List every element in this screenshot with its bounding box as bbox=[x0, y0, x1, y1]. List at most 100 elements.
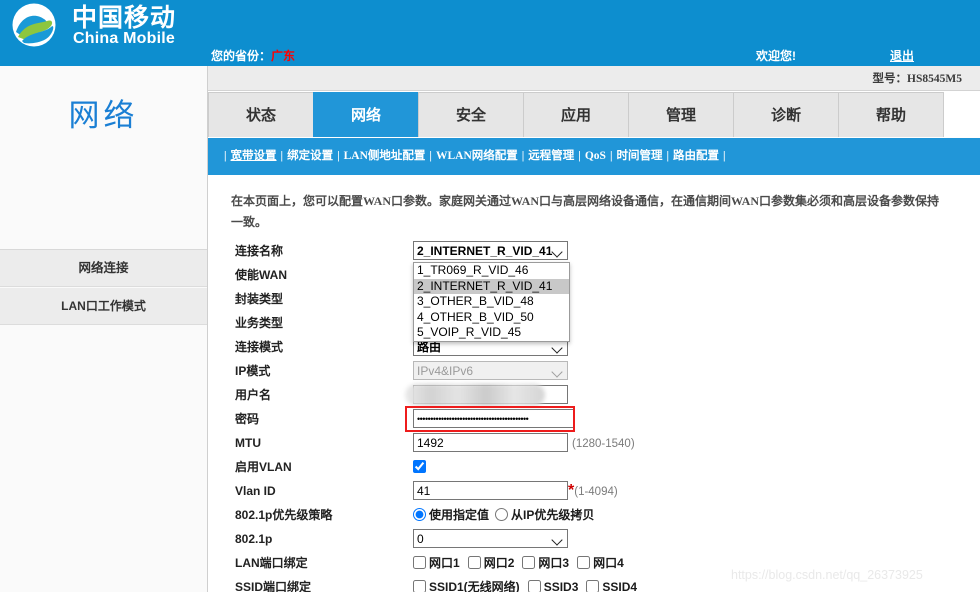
lan-port-1-label: 网口1 bbox=[429, 556, 460, 570]
sidebar-item-lan-port-mode[interactable]: LAN口工作模式 bbox=[0, 288, 207, 325]
subnav-separator: | bbox=[337, 150, 340, 162]
dropdown-option-3[interactable]: 4_OTHER_B_VID_50 bbox=[414, 310, 569, 326]
subnav-item-time-management[interactable]: 时间管理 bbox=[616, 150, 662, 162]
connection-name-select[interactable]: 2_INTERNET_R_VID_41 bbox=[413, 241, 568, 261]
brand-name-cn: 中国移动 bbox=[72, 4, 177, 32]
main-tabs: 状态 网络 安全 应用 管理 诊断 帮助 bbox=[208, 92, 980, 138]
dropdown-option-4[interactable]: 5_VOIP_R_VID_45 bbox=[414, 325, 569, 341]
field-mtu: (1280-1540) bbox=[413, 431, 635, 456]
watermark-text: https://blog.csdn.net/qq_26373925 bbox=[731, 568, 923, 582]
form-row-service-type: 业务类型 bbox=[209, 311, 980, 335]
subnav-separator: | bbox=[521, 150, 525, 162]
dropdown-option-0[interactable]: 1_TR069_R_VID_46 bbox=[414, 263, 569, 279]
label-ssid-port-binding: SSID端口绑定 bbox=[235, 580, 312, 592]
enable-vlan-checkbox[interactable] bbox=[413, 460, 426, 474]
ip-mode-select: IPv4&IPv6 bbox=[413, 361, 568, 381]
form-row-priority-policy: 802.1p优先级策略 使用指定值 从IP优先级拷贝 bbox=[209, 503, 980, 527]
form-row-ip-mode: IP模式 IPv4&IPv6 bbox=[209, 359, 980, 383]
ssid4-label: SSID4 bbox=[602, 580, 638, 592]
lan-port-2-checkbox[interactable] bbox=[467, 556, 481, 570]
form-row-connection-name: 连接名称 2_INTERNET_R_VID_41 bbox=[209, 239, 980, 263]
subnav-separator: | bbox=[666, 150, 670, 162]
form-row-enable-vlan: 启用VLAN bbox=[209, 455, 980, 479]
ssid4-checkbox[interactable] bbox=[586, 580, 600, 592]
lan-port-1-checkbox[interactable] bbox=[413, 556, 426, 570]
form-row-username: 用户名 bbox=[209, 383, 980, 407]
field-dot1p: 0 bbox=[413, 527, 568, 551]
province-label: 您的省份： bbox=[211, 49, 272, 63]
subnav-separator: | bbox=[723, 150, 726, 162]
label-enable-wan: 使能WAN bbox=[235, 268, 287, 282]
field-lan-port-binding: 网口1 网口2 网口3 网口4 bbox=[413, 551, 632, 575]
connection-name-select-wrap[interactable]: 2_INTERNET_R_VID_41 bbox=[413, 241, 568, 261]
ssid1-label: SSID1(无线网络) bbox=[429, 580, 520, 592]
ssid3-checkbox[interactable] bbox=[527, 580, 541, 592]
model-bar: 型号：HS8545M5 bbox=[208, 66, 980, 91]
subnav-item-binding-settings[interactable]: 绑定设置 bbox=[287, 150, 333, 162]
tab-application[interactable]: 应用 bbox=[523, 92, 629, 137]
subnav-separator: | bbox=[280, 150, 284, 162]
tab-help[interactable]: 帮助 bbox=[838, 92, 944, 137]
tab-diagnosis[interactable]: 诊断 bbox=[733, 92, 839, 137]
china-mobile-logo-icon bbox=[6, 2, 66, 48]
lan-port-3-checkbox[interactable] bbox=[522, 556, 536, 570]
ip-mode-select-wrap: IPv4&IPv6 bbox=[413, 361, 568, 381]
form-row-password: 密码 bbox=[209, 407, 980, 431]
logout-link[interactable]: 退出 bbox=[890, 47, 914, 64]
priority-policy-radio-specified[interactable] bbox=[413, 508, 426, 522]
tab-security[interactable]: 安全 bbox=[418, 92, 524, 137]
subnav-item-route-config[interactable]: 路由配置 bbox=[673, 150, 719, 162]
sidebar-item-network-connection[interactable]: 网络连接 bbox=[0, 250, 207, 287]
wan-config-form: 连接名称 2_INTERNET_R_VID_41 使能WAN 封装类型 业务类型 bbox=[209, 239, 980, 592]
sub-navigation: | 宽带设置 | 绑定设置 | LAN侧地址配置 | WLAN网络配置 | 远程管理 | QoS | 时间… bbox=[208, 138, 980, 175]
mtu-input[interactable] bbox=[413, 433, 568, 453]
sidebar: 网络 网络连接 LAN口工作模式 bbox=[0, 66, 208, 592]
dot1p-select[interactable]: 0 bbox=[413, 529, 568, 549]
connection-name-dropdown-list[interactable]: 1_TR069_R_VID_46 2_INTERNET_R_VID_41 3_O… bbox=[413, 262, 570, 342]
subnav-separator: | bbox=[224, 150, 227, 162]
label-encapsulation-type: 封装类型 bbox=[235, 292, 284, 306]
subnav-item-remote-management[interactable]: 远程管理 bbox=[528, 150, 574, 162]
form-row-dot1p: 802.1p 0 bbox=[209, 527, 980, 551]
dropdown-option-2[interactable]: 3_OTHER_B_VID_48 bbox=[414, 294, 569, 310]
subnav-item-lan-address-config[interactable]: LAN侧地址配置 bbox=[344, 150, 426, 162]
subnav-separator: | bbox=[578, 150, 581, 162]
page-header: 中国移动 China Mobile 您的省份：广东 欢迎您! 退出 bbox=[0, 0, 980, 66]
router-admin-page: 中国移动 China Mobile 您的省份：广东 欢迎您! 退出 型号：HS8… bbox=[0, 0, 980, 592]
label-connection-name: 连接名称 bbox=[235, 244, 284, 258]
ssid3-label: SSID3 bbox=[543, 580, 579, 592]
label-dot1p: 802.1p bbox=[235, 532, 273, 546]
field-ip-mode: IPv4&IPv6 bbox=[413, 359, 568, 383]
label-username: 用户名 bbox=[235, 388, 272, 402]
brand-name-en: China Mobile bbox=[73, 30, 175, 47]
lan-port-4-label: 网口4 bbox=[593, 556, 624, 570]
field-ssid-port-binding: SSID1(无线网络) SSID3 SSID4 bbox=[413, 575, 645, 592]
subnav-item-wlan-network-config[interactable]: WLAN网络配置 bbox=[436, 150, 518, 162]
subnav-item-qos[interactable]: QoS bbox=[585, 150, 606, 162]
password-input[interactable] bbox=[413, 409, 575, 429]
subnav-item-broadband-settings[interactable]: 宽带设置 bbox=[231, 150, 277, 162]
page-description: 在本页面上，您可以配置WAN口参数。家庭网关通过WAN口与高层网络设备通信，在通… bbox=[231, 194, 940, 229]
tab-status[interactable]: 状态 bbox=[208, 92, 314, 137]
tab-management[interactable]: 管理 bbox=[628, 92, 734, 137]
vlan-id-range-hint: (1-4094) bbox=[574, 486, 618, 498]
dropdown-option-1[interactable]: 2_INTERNET_R_VID_41 bbox=[414, 278, 569, 294]
province-indicator: 您的省份：广东 bbox=[211, 47, 295, 64]
form-row-encapsulation-type: 封装类型 bbox=[209, 287, 980, 311]
ssid1-checkbox[interactable] bbox=[413, 580, 426, 592]
form-row-vlan-id: Vlan ID *(1-4094) bbox=[209, 479, 980, 503]
field-priority-policy: 使用指定值 从IP优先级拷贝 bbox=[413, 503, 600, 527]
device-model-text: 型号：HS8545M5 bbox=[872, 73, 962, 85]
field-vlan-id: *(1-4094) bbox=[413, 479, 618, 504]
priority-policy-radio-copy-from-ip[interactable] bbox=[495, 508, 509, 522]
mtu-range-hint: (1280-1540) bbox=[572, 438, 635, 450]
field-password bbox=[413, 407, 575, 431]
label-service-type: 业务类型 bbox=[235, 316, 284, 330]
lan-port-3-label: 网口3 bbox=[538, 556, 570, 570]
field-connection-name: 2_INTERNET_R_VID_41 bbox=[413, 239, 568, 263]
vlan-id-input[interactable] bbox=[413, 481, 568, 501]
tab-network[interactable]: 网络 bbox=[313, 92, 419, 137]
dot1p-select-wrap[interactable]: 0 bbox=[413, 529, 568, 549]
lan-port-4-checkbox[interactable] bbox=[577, 556, 591, 570]
subnav-separator: | bbox=[429, 150, 432, 162]
